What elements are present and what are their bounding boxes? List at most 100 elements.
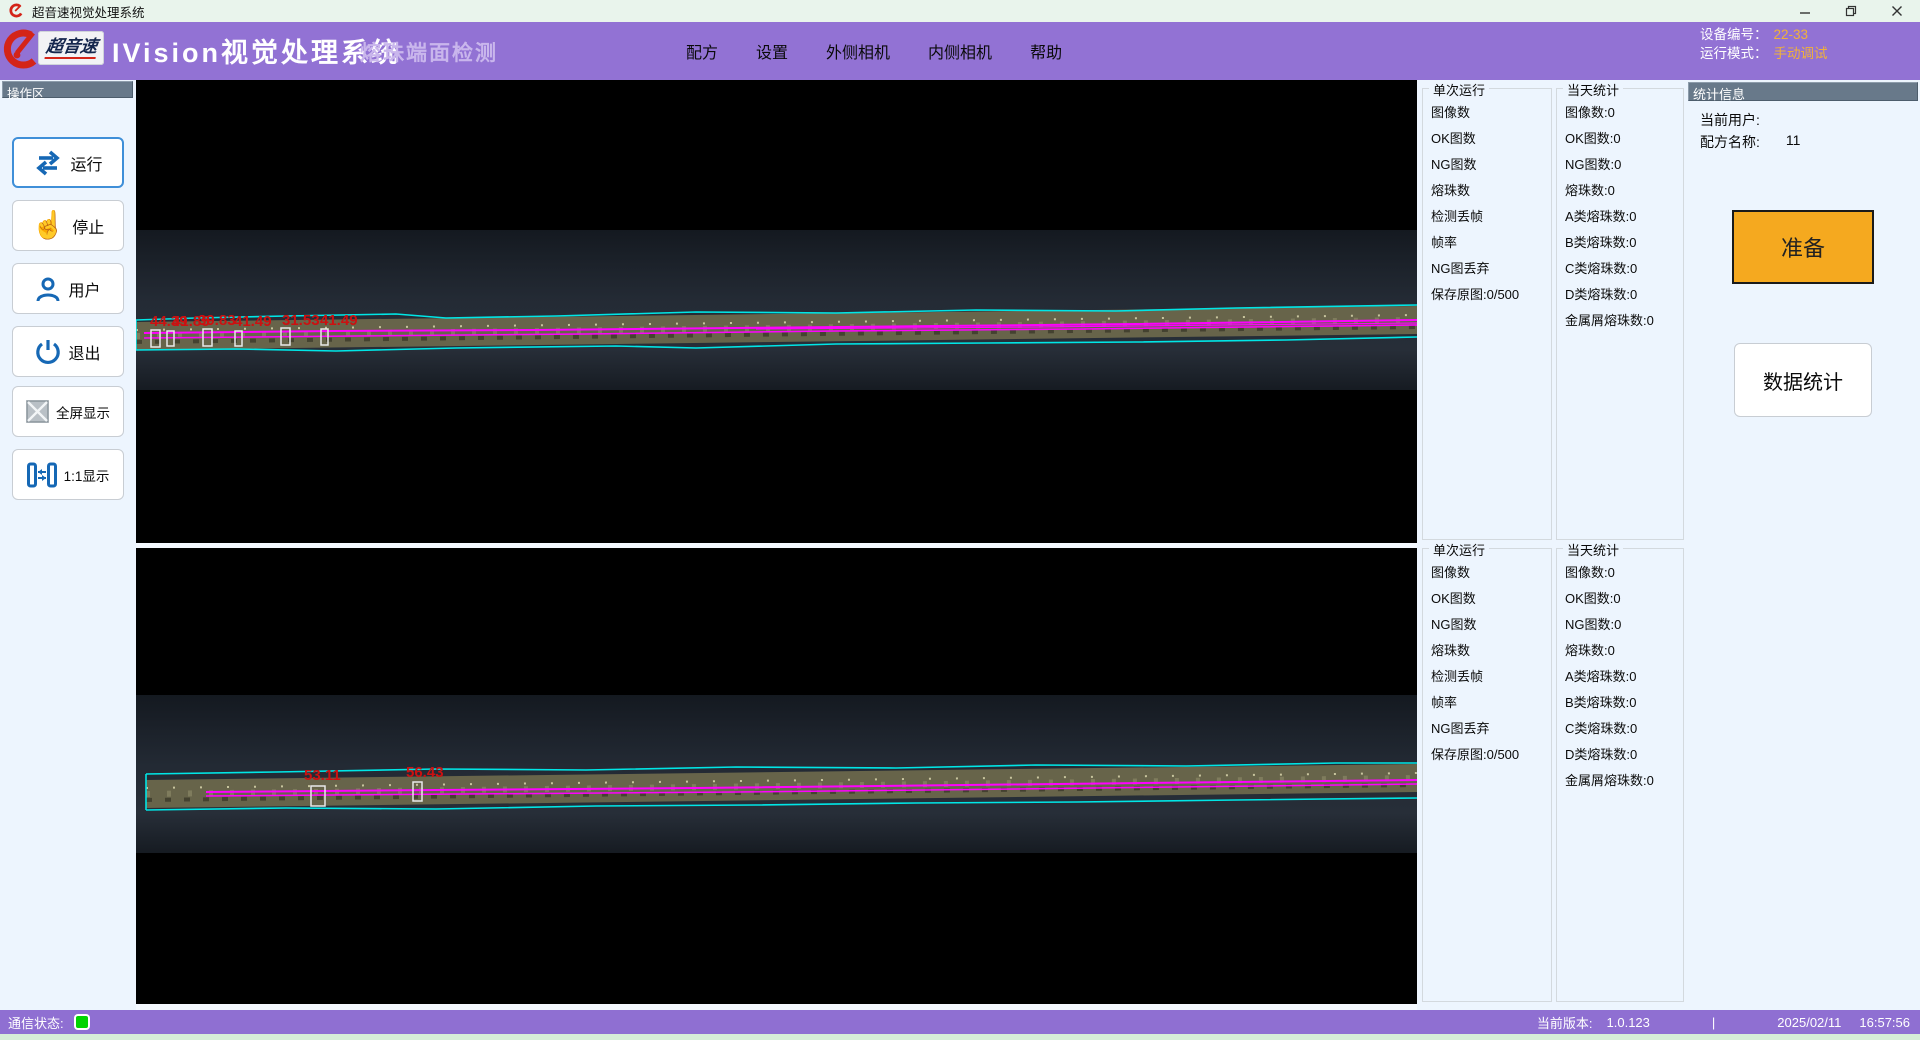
stat-row: OK图数:0 <box>1565 592 1675 605</box>
stat-row: 保存原图:0/500 <box>1431 748 1543 761</box>
brand-logo-text: 超音速 <box>44 37 98 59</box>
version-label: 当前版本: <box>1537 1013 1593 1032</box>
menu-item-outer-camera[interactable]: 外侧相机 <box>820 35 896 67</box>
one-to-one-button[interactable]: 1:1显示 <box>12 449 124 500</box>
stat-row: 保存原图:0/500 <box>1431 288 1543 301</box>
minimize-icon <box>1799 5 1811 17</box>
window-titlebar: 超音速视觉处理系统 <box>0 0 1920 22</box>
group-title: 当天统计 <box>1563 80 1623 99</box>
recipe-name-value: 11 <box>1786 132 1801 152</box>
separator: | <box>1712 1015 1715 1030</box>
stat-row: 图像数 <box>1431 106 1543 119</box>
app-window: 超音速视觉处理系统 超音速 <box>0 0 1920 1040</box>
stop-button-label: 停止 <box>72 214 104 238</box>
stat-row: NG图数:0 <box>1565 158 1675 171</box>
one-to-one-icon <box>27 462 57 488</box>
stat-row: 熔珠数 <box>1431 184 1543 197</box>
image-area: 44.39 41.85 39.83 41.49 31.53 41.49 <box>136 80 1417 1010</box>
menu-item-inner-camera[interactable]: 内侧相机 <box>922 35 998 67</box>
current-user-label: 当前用户: <box>1700 110 1760 130</box>
stat-row: NG图丢弃 <box>1431 262 1543 275</box>
measurement-annotation: 56.43 <box>406 764 444 781</box>
time-value: 16:57:56 <box>1859 1015 1910 1030</box>
stat-row: B类熔珠数:0 <box>1565 236 1675 249</box>
stat-row: 金属屑熔珠数:0 <box>1565 314 1675 327</box>
stat-row: NG图数:0 <box>1565 618 1675 631</box>
stat-row: 检测丢帧 <box>1431 670 1543 683</box>
stat-row: 图像数 <box>1431 566 1543 579</box>
user-button[interactable]: 用户 <box>12 263 124 314</box>
comm-status-label: 通信状态: <box>8 1013 64 1032</box>
user-button-label: 用户 <box>68 277 100 301</box>
stat-row: A类熔珠数:0 <box>1565 210 1675 223</box>
stop-button[interactable]: ☝ 停止 <box>12 200 124 251</box>
stat-row: NG图数 <box>1431 618 1543 631</box>
stat-row: OK图数 <box>1431 592 1543 605</box>
group-title: 当天统计 <box>1563 540 1623 559</box>
brand-swoosh-icon <box>8 3 24 19</box>
stat-row: 图像数:0 <box>1565 106 1675 119</box>
data-statistics-button[interactable]: 数据统计 <box>1734 343 1872 417</box>
minimize-button[interactable] <box>1782 0 1828 22</box>
inner-camera-view: 53.11 56.43 <box>136 548 1417 1004</box>
measurement-annotation: 39.83 <box>198 312 236 329</box>
status-bar: 通信状态: 当前版本: 1.0.123 | 2025/02/11 16:57:5… <box>0 1010 1920 1034</box>
group-title: 单次运行 <box>1429 80 1489 99</box>
stat-row: NG图丢弃 <box>1431 722 1543 735</box>
stat-row: C类熔珠数:0 <box>1565 262 1675 275</box>
app-title: IVision视觉处理系统 <box>112 31 401 70</box>
daily-stats-group-1: 当天统计 图像数:0 OK图数:0 NG图数:0 熔珠数:0 A类熔珠数:0 B… <box>1556 88 1684 540</box>
menu-item-recipe[interactable]: 配方 <box>680 35 724 67</box>
comm-status-icon <box>74 1014 90 1030</box>
measurement-annotation: 31.53 <box>282 312 320 329</box>
menu-item-settings[interactable]: 设置 <box>750 35 794 67</box>
close-icon <box>1891 5 1903 17</box>
run-button-label: 运行 <box>70 151 102 175</box>
app-header: 超音速 IVision视觉处理系统 熔珠端面检测 配方 设置 外侧相机 内侧相机… <box>0 22 1920 80</box>
single-run-stats-group-1: 单次运行 图像数 OK图数 NG图数 熔珠数 检测丢帧 帧率 NG图丢弃 保存原… <box>1422 88 1552 540</box>
window-bottom-edge <box>0 1034 1920 1040</box>
fullscreen-icon <box>26 400 49 423</box>
stat-row: 检测丢帧 <box>1431 210 1543 223</box>
menu-item-help[interactable]: 帮助 <box>1024 35 1068 67</box>
restore-button[interactable] <box>1828 0 1874 22</box>
one-to-one-button-label: 1:1显示 <box>64 465 110 485</box>
fullscreen-button-label: 全屏显示 <box>56 402 110 422</box>
stat-row: B类熔珠数:0 <box>1565 696 1675 709</box>
measurement-annotation: 41.49 <box>320 312 358 329</box>
daily-stats-group-2: 当天统计 图像数:0 OK图数:0 NG图数:0 熔珠数:0 A类熔珠数:0 B… <box>1556 548 1684 1002</box>
stat-row: 熔珠数 <box>1431 644 1543 657</box>
stat-row: 金属屑熔珠数:0 <box>1565 774 1675 787</box>
restore-icon <box>1845 5 1857 17</box>
stat-row: D类熔珠数:0 <box>1565 288 1675 301</box>
device-id-label: 设备编号： <box>1700 25 1768 44</box>
hand-pointer-icon: ☝ <box>32 212 66 239</box>
stat-row: 帧率 <box>1431 236 1543 249</box>
stat-row: A类熔珠数:0 <box>1565 670 1675 683</box>
stat-row: 帧率 <box>1431 696 1543 709</box>
app-subtitle: 熔珠端面检测 <box>360 37 498 67</box>
sidebar-title: 操作区 <box>2 81 133 98</box>
measurement-annotation: 53.11 <box>304 767 341 784</box>
run-button[interactable]: 运行 <box>12 137 124 188</box>
ready-button[interactable]: 准备 <box>1732 210 1874 284</box>
run-mode-value: 手动调试 <box>1774 44 1828 63</box>
device-id-value: 22-33 <box>1774 25 1809 44</box>
window-title: 超音速视觉处理系统 <box>32 2 145 21</box>
exit-button-label: 退出 <box>68 340 100 364</box>
power-icon <box>35 339 61 365</box>
version-value: 1.0.123 <box>1607 1015 1650 1030</box>
stat-row: C类熔珠数:0 <box>1565 722 1675 735</box>
fullscreen-button[interactable]: 全屏显示 <box>12 386 124 437</box>
stat-row: 图像数:0 <box>1565 566 1675 579</box>
main-menu: 配方 设置 外侧相机 内侧相机 帮助 <box>680 22 1068 80</box>
close-button[interactable] <box>1874 0 1920 22</box>
version-info: 当前版本: 1.0.123 | 2025/02/11 16:57:56 <box>1537 1010 1910 1034</box>
brand-swoosh-icon <box>3 25 39 77</box>
date-value: 2025/02/11 <box>1777 1015 1841 1030</box>
stat-row: 熔珠数:0 <box>1565 184 1675 197</box>
exit-button[interactable]: 退出 <box>12 326 124 377</box>
measurement-annotation: 41.49 <box>234 313 272 330</box>
group-title: 单次运行 <box>1429 540 1489 559</box>
brand-logo: 超音速 <box>38 31 104 65</box>
